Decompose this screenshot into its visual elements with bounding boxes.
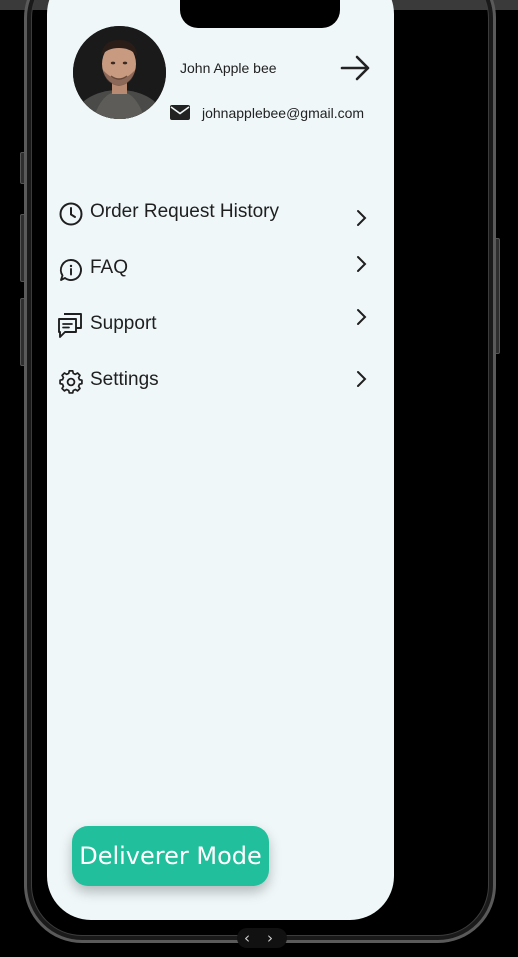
chevron-right-icon (354, 208, 370, 228)
clock-icon (58, 201, 84, 227)
user-name: John Apple bee (180, 60, 277, 76)
menu-item-label: FAQ (90, 257, 129, 278)
menu-item-label: Order Request History (90, 201, 280, 222)
gear-icon (58, 369, 84, 395)
chevron-right-icon (354, 254, 370, 274)
device-stage: John Apple bee johnapplebee@gmail.com Or… (0, 0, 518, 957)
menu-item-faq[interactable]: FAQ (56, 251, 376, 287)
forward-arrow-icon[interactable]: › (267, 929, 273, 947)
menu-item-support[interactable]: Support (56, 307, 376, 343)
menu-item-label: Support (90, 313, 157, 334)
menu-item-order-request-history[interactable]: Order Request History (56, 195, 376, 231)
chevron-right-icon (354, 307, 370, 327)
support-chat-icon (56, 311, 82, 338)
menu-item-label: Settings (90, 369, 159, 390)
back-arrow-icon[interactable]: ‹ (244, 929, 250, 947)
chat-info-icon (58, 257, 84, 283)
arrow-right-icon (340, 55, 370, 81)
avatar[interactable] (73, 26, 166, 119)
browser-nav-pill: ‹ › (237, 928, 287, 948)
mail-icon (169, 104, 191, 121)
logout-arrow-button[interactable] (338, 53, 372, 83)
deliverer-mode-button[interactable]: Deliverer Mode (72, 826, 269, 886)
chevron-right-icon (354, 369, 370, 389)
user-email: johnapplebee@gmail.com (202, 105, 365, 121)
menu-item-settings[interactable]: Settings (56, 363, 376, 399)
dynamic-island (180, 0, 340, 28)
app-screen (47, 0, 394, 920)
